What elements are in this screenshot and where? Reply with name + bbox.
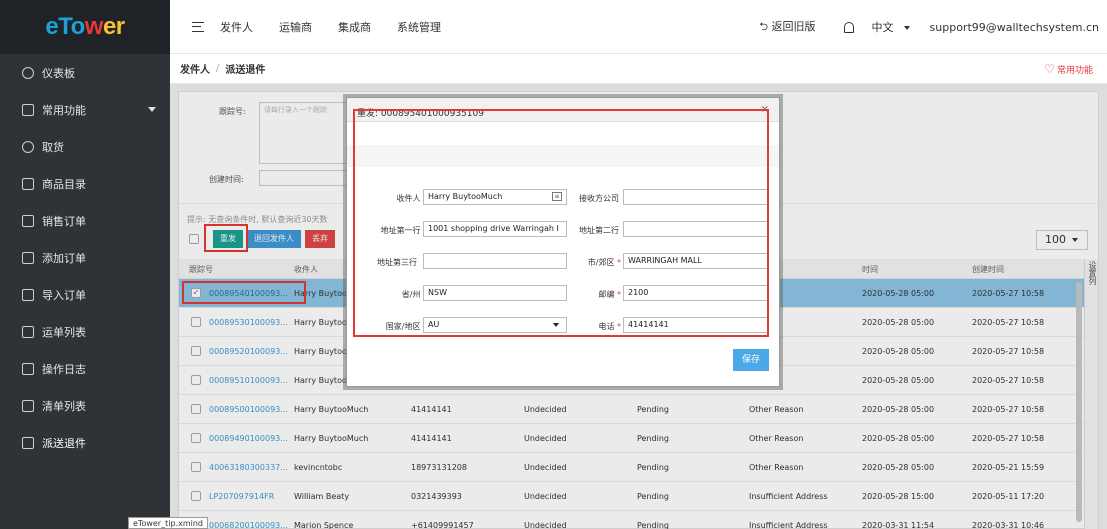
sidebar-item-label: 导入订单 [42,288,86,302]
heart-icon: ♡ [1044,62,1055,76]
topnav-carrier[interactable]: 运输商 [279,19,312,35]
favorites-label: 常用功能 [1056,66,1093,76]
top-right: ⮌ 返回旧版 中文 support99@walltechsystem.cn [759,0,1099,54]
breadcrumb-parent[interactable]: 发件人 [180,61,210,76]
language-select[interactable]: 中文 [872,19,910,35]
sidebar-item-catalog[interactable]: 商品目录 [0,165,170,202]
sidebar-item-sales-orders[interactable]: 销售订单 [0,202,170,239]
sidebar-item-add-order[interactable]: 添加订单 [0,239,170,276]
user-account[interactable]: support99@walltechsystem.cn [930,21,1099,34]
language-label: 中文 [871,21,894,34]
topnav-system[interactable]: 系统管理 [397,19,441,35]
menu-icon[interactable] [192,21,204,32]
sidebar-item-label: 商品目录 [42,177,86,191]
add-order-icon [22,251,34,264]
sidebar-item-label: 清单列表 [42,399,86,413]
sidebar-item-label: 运单列表 [42,325,86,339]
breadcrumb: 发件人 / 派送退件 ♡ 常用功能 [170,54,1107,84]
sidebar-item-label: 仪表板 [42,66,75,80]
annotation-box [353,109,769,337]
breadcrumb-current: 派送退件 [225,65,266,76]
logo-text: e [45,13,59,40]
sidebar-item-import-orders[interactable]: 导入订单 [0,276,170,313]
grid-icon [22,103,34,116]
returns-icon [22,436,34,449]
sidebar-item-manifest-list[interactable]: 清单列表 [0,387,170,424]
dashboard-icon [22,66,34,79]
chevron-down-icon [148,107,156,112]
logo: e To w er [0,0,170,54]
pickup-icon [22,140,34,153]
app-window: e To w er 仪表板 常用功能 取货 商品目录 销售订单 添加订单 导入订单 运… [0,0,1107,529]
topnav-sender[interactable]: 发件人 [220,19,253,35]
breadcrumb-separator: / [216,63,220,74]
sidebar-item-label: 添加订单 [42,251,86,265]
import-icon [22,288,34,301]
sidebar-item-label: 操作日志 [42,362,86,376]
sidebar-item-label: 常用功能 [42,103,86,117]
back-to-old-link[interactable]: ⮌ 返回旧版 [759,18,815,37]
top-bar: 发件人 运输商 集成商 系统管理 ⮌ 返回旧版 中文 support99@wal… [170,0,1107,54]
caret-down-icon [903,26,910,30]
sidebar-item-label: 取货 [42,140,64,154]
file-tooltip: eTower_tip.xmind [128,517,208,529]
list-icon [22,325,34,338]
sidebar: e To w er 仪表板 常用功能 取货 商品目录 销售订单 添加订单 导入订单 运… [0,0,170,529]
sidebar-item-pickup[interactable]: 取货 [0,128,170,165]
sidebar-item-common-functions[interactable]: 常用功能 [0,91,170,128]
log-icon [22,362,34,375]
manifest-icon [22,399,34,412]
topnav-integrator[interactable]: 集成商 [338,19,371,35]
sidebar-item-dashboard[interactable]: 仪表板 [0,54,170,91]
sidebar-item-waybill-list[interactable]: 运单列表 [0,313,170,350]
logo-text: w [84,13,104,40]
sidebar-item-operation-log[interactable]: 操作日志 [0,350,170,387]
sidebar-item-label: 派送退件 [42,436,86,450]
sidebar-item-label: 销售订单 [42,214,86,228]
logo-text: To [58,13,85,40]
orders-icon [22,214,34,227]
favorites-link[interactable]: ♡ 常用功能 [1044,62,1093,76]
logo-text: er [102,13,125,40]
bell-icon[interactable] [843,21,854,33]
save-button[interactable]: 保存 [733,349,769,371]
catalog-icon [22,177,34,190]
sidebar-item-delivery-returns[interactable]: 派送退件 [0,424,170,461]
